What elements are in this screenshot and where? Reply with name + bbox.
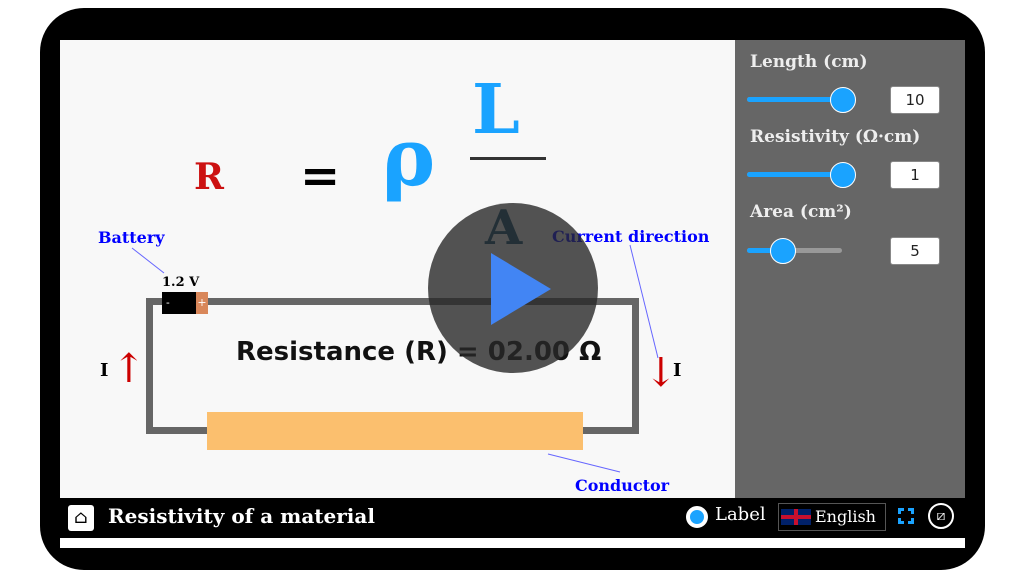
conductor	[207, 412, 583, 450]
resistivity-slider[interactable]	[747, 162, 856, 188]
label-toggle[interactable]	[686, 506, 708, 528]
label-toggle-text[interactable]: Label	[715, 504, 766, 525]
bottom-bar: ⌂ Resistivity of a material Label Englis…	[60, 498, 965, 538]
conductor-label: Conductor	[575, 476, 670, 495]
wire-right	[632, 298, 639, 434]
wire-left	[146, 298, 153, 434]
no-screenshot-icon[interactable]: ⧄	[928, 503, 954, 529]
slider-thumb[interactable]	[830, 87, 856, 113]
language-select[interactable]: English	[778, 503, 886, 531]
play-button[interactable]	[428, 203, 598, 373]
language-label: English	[815, 507, 876, 526]
current-label-left: I	[100, 360, 109, 381]
length-slider[interactable]	[747, 87, 856, 113]
length-label: Length (cm)	[750, 52, 868, 72]
battery: -	[162, 292, 196, 314]
uk-flag-icon	[781, 509, 811, 525]
fullscreen-icon[interactable]	[898, 508, 914, 524]
control-panel: Length (cm) 10 Resistivity (Ω·cm) 1 Area…	[735, 40, 965, 498]
arrow-up-icon: ↑	[112, 346, 146, 392]
current-label-right: I	[673, 360, 682, 381]
app-title: Resistivity of a material	[108, 504, 375, 528]
simulation-stage: R = ρ L A Battery 1.2 V - + Current dire…	[60, 40, 735, 498]
area-slider[interactable]	[747, 238, 842, 264]
length-input[interactable]: 10	[890, 86, 940, 114]
resistivity-input[interactable]: 1	[890, 161, 940, 189]
battery-positive: +	[196, 292, 208, 314]
slider-thumb[interactable]	[770, 238, 797, 264]
home-icon[interactable]: ⌂	[68, 505, 94, 531]
area-label: Area (cm²)	[750, 202, 852, 222]
screen: R = ρ L A Battery 1.2 V - + Current dire…	[60, 40, 965, 548]
area-input[interactable]: 5	[890, 237, 940, 265]
resistivity-label: Resistivity (Ω·cm)	[750, 127, 921, 147]
slider-thumb[interactable]	[830, 162, 856, 188]
battery-voltage: 1.2 V	[162, 275, 200, 290]
battery-negative: -	[166, 296, 170, 309]
play-icon	[491, 253, 551, 325]
